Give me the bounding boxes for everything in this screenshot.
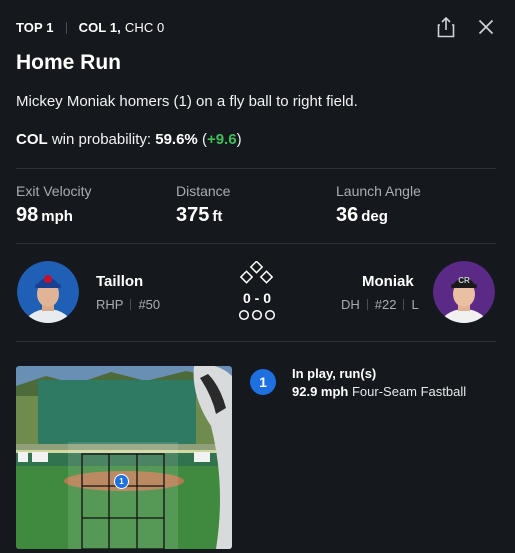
pitch-view: 1 (16, 366, 232, 549)
batter-name[interactable]: Moniak (362, 273, 414, 290)
close-icon (478, 19, 494, 35)
pitch-marker[interactable]: 1 (114, 474, 129, 489)
stat-unit: ft (212, 208, 223, 225)
win-prob-label: win probability: (51, 131, 152, 148)
stat-label: Distance (176, 183, 231, 199)
stat-distance: Distance 375 ft (176, 183, 230, 227)
stat-label: Exit Velocity (16, 183, 92, 199)
score-team2: CHC 0 (124, 20, 165, 35)
stat-value: 36 deg (336, 204, 421, 227)
pitcher-number: #50 (138, 297, 161, 312)
pitcher-position: RHP (96, 297, 124, 312)
batter-meta: DH #22 L (341, 297, 419, 312)
pitch-speed: 92.9 mph (292, 384, 349, 399)
divider (65, 21, 67, 34)
stat-unit: mph (41, 208, 73, 225)
ball-strike-count: 0 - 0 (242, 290, 271, 306)
divider (16, 243, 496, 244)
divider (366, 299, 368, 310)
inning-label: TOP 1 (16, 20, 54, 35)
win-prob-value: 59.6% (155, 131, 198, 148)
divider (130, 299, 132, 310)
batter-avatar[interactable]: CR (433, 261, 495, 323)
divider (16, 168, 496, 169)
divider (16, 341, 496, 342)
win-prob-delta: (+9.6) (201, 131, 242, 148)
pitch-detail: 92.9 mph Four-Seam Fastball (292, 384, 466, 399)
stat-launch-angle: Launch Angle 36 deg (336, 183, 421, 227)
pitcher-meta: RHP #50 (96, 297, 160, 312)
share-button[interactable] (435, 16, 457, 38)
pitcher-avatar[interactable] (17, 261, 79, 323)
outs-icon (238, 309, 276, 321)
share-icon (437, 16, 455, 38)
bases-icon (239, 261, 274, 284)
play-description: Mickey Moniak homers (1) on a fly ball t… (16, 93, 358, 110)
batter-hand: L (411, 297, 419, 312)
win-probability: COL win probability: 59.6% (+9.6) (16, 131, 242, 148)
stat-number: 98 (16, 204, 39, 226)
batter-number: #22 (374, 297, 397, 312)
pitch-type: Four-Seam Fastball (351, 384, 467, 399)
score-team1: COL 1, (78, 20, 121, 35)
game-situation: TOP 1 COL 1, CHC 0 (16, 20, 164, 35)
pitch-marker-label: 1 (119, 477, 124, 486)
stat-value: 98 mph (16, 204, 91, 227)
svg-text:CR: CR (458, 276, 470, 285)
stat-number: 375 (176, 204, 210, 226)
pitch-result: In play, run(s) (292, 366, 377, 381)
batter-position: DH (341, 297, 360, 312)
stat-exit-velocity: Exit Velocity 98 mph (16, 183, 91, 227)
stat-label: Launch Angle (336, 183, 421, 199)
pitcher-name[interactable]: Taillon (96, 273, 143, 290)
close-button[interactable] (475, 16, 497, 38)
stat-unit: deg (361, 208, 388, 225)
win-prob-delta-value: +9.6 (206, 131, 237, 148)
stat-value: 375 ft (176, 204, 230, 227)
divider (403, 299, 405, 310)
pitch-number-badge[interactable]: 1 (250, 369, 276, 395)
win-prob-team: COL (16, 131, 48, 148)
stat-number: 36 (336, 204, 359, 226)
play-title: Home Run (16, 51, 121, 74)
